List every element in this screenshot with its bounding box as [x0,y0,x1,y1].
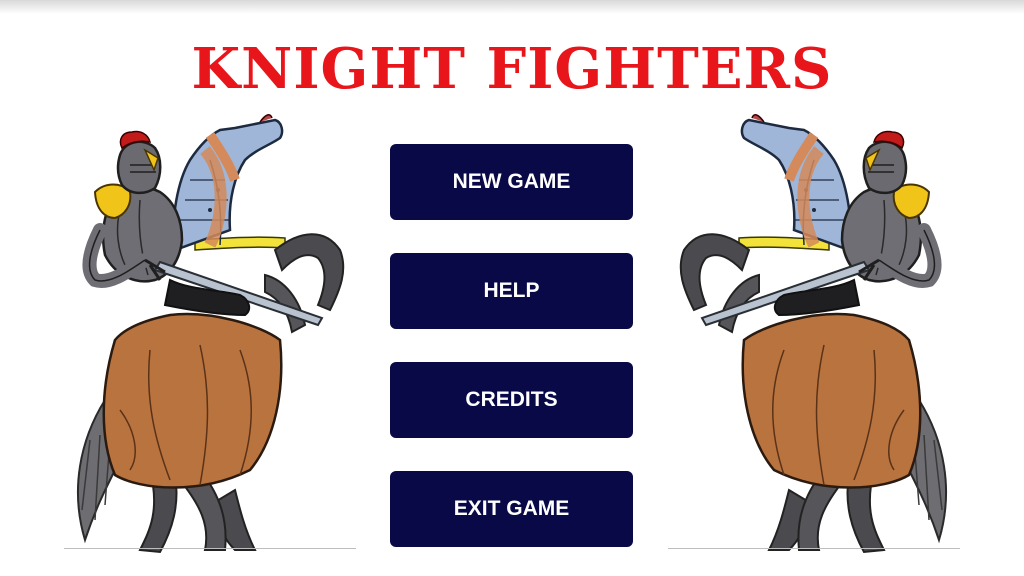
game-title: KNIGHT FIGHTERS [191,36,833,102]
knight-on-horse-right-illustration [664,110,964,555]
exit-game-button[interactable]: EXIT GAME [390,471,633,547]
top-bar-shadow [0,0,1024,14]
ground-line-right [668,548,960,549]
knight-on-horse-left-illustration [76,114,345,554]
credits-button[interactable]: CREDITS [390,362,633,438]
help-button[interactable]: HELP [390,253,633,329]
new-game-button[interactable]: NEW GAME [390,144,633,220]
ground-line-left [64,548,356,549]
